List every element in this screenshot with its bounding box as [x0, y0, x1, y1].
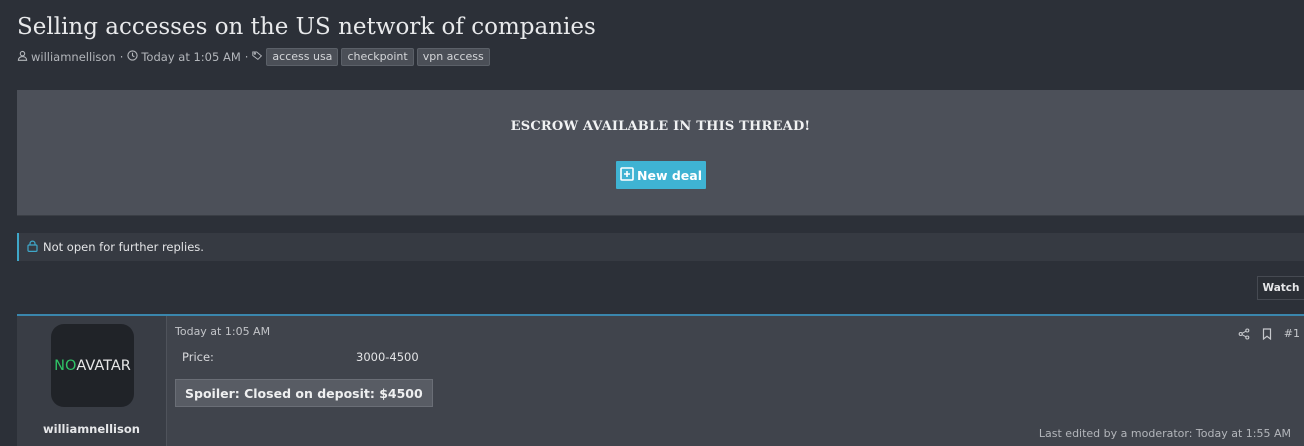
price-value: 3000-4500 [356, 350, 419, 364]
escrow-title: ESCROW AVAILABLE IN THIS THREAD! [510, 119, 811, 134]
post-date[interactable]: Today at 1:05 AM [175, 325, 270, 338]
post-username[interactable]: williamnellison [17, 422, 166, 436]
tag-access-usa[interactable]: access usa [266, 48, 339, 66]
new-deal-button[interactable]: New deal [616, 161, 706, 189]
new-deal-label: New deal [637, 167, 702, 183]
meta-separator: · [244, 50, 249, 64]
price-label: Price: [182, 350, 214, 364]
tag-checkpoint[interactable]: checkpoint [341, 48, 414, 66]
escrow-panel: ESCROW AVAILABLE IN THIS THREAD! New dea… [17, 90, 1304, 216]
author-link[interactable]: williamnellison [31, 50, 116, 64]
thread-meta: williamnellison · Today at 1:05 AM · acc… [17, 48, 493, 66]
thread-title: Selling accesses on the US network of co… [17, 14, 596, 40]
thread-date[interactable]: Today at 1:05 AM [141, 50, 240, 64]
spoiler-button[interactable]: Spoiler: Closed on deposit: $4500 [175, 379, 433, 407]
avatar-label-text: AVATAR [76, 357, 131, 374]
avatar-no-text: NO [54, 357, 77, 374]
watch-button[interactable]: Watch [1257, 276, 1304, 300]
edited-note: Last edited by a moderator: Today at 1:5… [1038, 427, 1291, 440]
notice-text: Not open for further replies. [43, 240, 204, 254]
tag-icon [252, 50, 266, 64]
avatar[interactable]: NO AVATAR [51, 324, 134, 407]
meta-separator: · [119, 50, 124, 64]
user-icon [17, 50, 31, 64]
share-icon[interactable] [1238, 327, 1250, 340]
plus-square-icon [620, 166, 634, 184]
bookmark-icon[interactable] [1261, 327, 1273, 340]
tag-vpn-access[interactable]: vpn access [416, 48, 490, 66]
lock-icon [19, 240, 43, 255]
post-actions: #1 [1238, 327, 1300, 340]
post-number[interactable]: #1 [1284, 327, 1300, 340]
closed-notice: Not open for further replies. [17, 233, 1304, 261]
clock-icon [127, 50, 141, 64]
post: NO AVATAR williamnellison Today at 1:05 … [17, 314, 1304, 446]
post-user-cell: NO AVATAR williamnellison [17, 316, 167, 446]
